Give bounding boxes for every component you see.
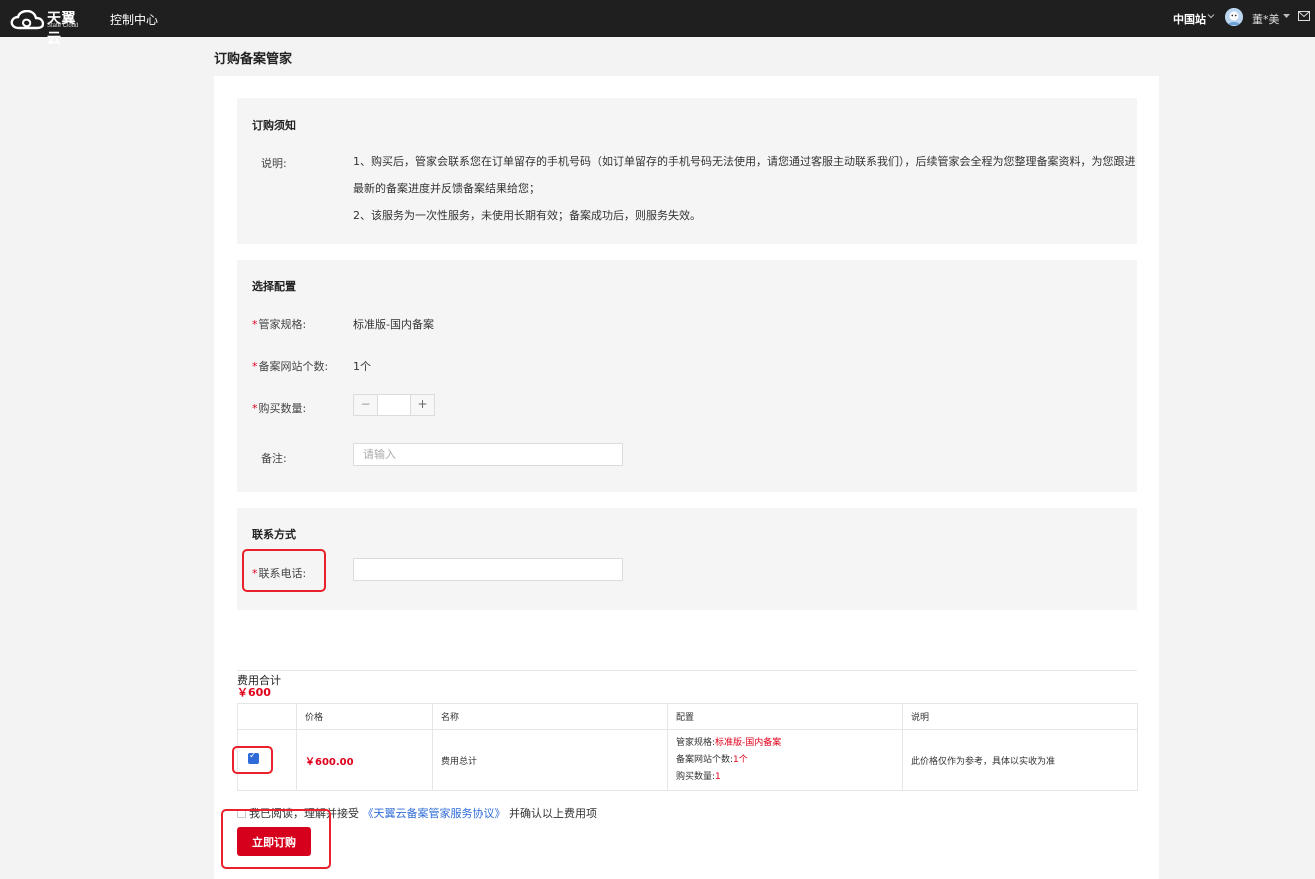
header-config: 配置 (667, 703, 903, 730)
checkbox-highlight (232, 746, 273, 774)
sites-label: *备案网站个数: (252, 360, 329, 373)
config-line: 管家规格:标准版-国内备案 (676, 737, 782, 748)
page-title: 订购备案管家 (214, 52, 293, 67)
config-line: 购买数量:1 (676, 771, 721, 782)
agreement-link[interactable]: 《天翼云备案管家服务协议》 (363, 807, 506, 820)
console-link[interactable]: 控制中心 (110, 11, 158, 28)
quantity-stepper[interactable]: − + (353, 394, 435, 416)
row-config: 管家规格:标准版-国内备案 备案网站个数:1个 购买数量:1 (667, 729, 903, 791)
cost-divider (237, 670, 1137, 671)
decrement-button[interactable]: − (354, 395, 378, 415)
notice-line-3: 2、该服务为一次性服务，未使用长期有效；备案成功后，则服务失效。 (353, 209, 701, 222)
required-mark: * (252, 318, 258, 331)
notice-title: 订购须知 (252, 119, 296, 132)
contact-panel: 联系方式 *联系电话: (237, 508, 1137, 610)
config-title: 选择配置 (252, 280, 296, 293)
user-menu-caret-icon[interactable] (1283, 13, 1290, 19)
agreement-suffix: 并确认以上费用项 (509, 807, 597, 820)
username[interactable]: 董*美 (1252, 11, 1280, 27)
header-price: 价格 (296, 703, 433, 730)
spec-label: *管家规格: (252, 318, 307, 331)
spec-value: 标准版-国内备案 (353, 318, 434, 331)
sites-value: 1个 (353, 360, 371, 373)
phone-input[interactable] (353, 558, 623, 581)
logo-subtext: State Cloud (47, 23, 79, 29)
notice-line-2: 最新的备案进度并反馈备案结果给您； (353, 182, 540, 195)
order-button-highlight (221, 809, 331, 869)
phone-label-highlight (242, 549, 326, 592)
brand-logo[interactable]: 天翼云 State Cloud (10, 7, 90, 47)
cloud-logo-icon (10, 10, 44, 30)
config-panel: 选择配置 *管家规格: 标准版-国内备案 *备案网站个数: 1个 *购买数量: … (237, 260, 1137, 492)
header-name: 名称 (432, 703, 668, 730)
avatar[interactable] (1225, 8, 1243, 26)
remark-label: 备注: (261, 452, 287, 465)
chevron-down-icon[interactable] (1207, 12, 1215, 20)
notice-line-1: 1、购买后，管家会联系您在订单留存的手机号码（如订单留存的手机号码无法使用，请您… (353, 155, 1136, 168)
cost-total-value: ￥600 (237, 686, 271, 699)
notice-label: 说明: (261, 157, 287, 170)
remark-input[interactable] (353, 443, 623, 466)
order-notice-panel: 订购须知 说明: 1、购买后，管家会联系您在订单留存的手机号码（如订单留存的手机… (237, 98, 1137, 244)
contact-title: 联系方式 (252, 528, 296, 541)
region-selector[interactable]: 中国站 (1173, 11, 1206, 27)
row-name: 费用总计 (432, 729, 668, 791)
required-mark: * (252, 360, 258, 373)
table-header-row: 价格 名称 配置 说明 (237, 703, 1138, 730)
mail-icon[interactable] (1298, 11, 1310, 21)
top-navigation-bar: 天翼云 State Cloud 控制中心 中国站 董*美 (0, 0, 1315, 47)
row-price: ￥600.00 (296, 729, 433, 791)
order-form-card: 订购须知 说明: 1、购买后，管家会联系您在订单留存的手机号码（如订单留存的手机… (214, 76, 1159, 879)
increment-button[interactable]: + (410, 395, 434, 415)
header-note: 说明 (902, 703, 1138, 730)
config-line: 备案网站个数:1个 (676, 754, 748, 765)
cost-table: 价格 名称 配置 说明 ￥600.00 费用总计 管家规格:标准版-国内备案 备… (237, 703, 1138, 791)
row-note: 此价格仅作为参考，具体以实收为准 (902, 729, 1138, 791)
required-mark: * (252, 402, 258, 415)
header-select (237, 703, 297, 730)
quantity-input[interactable] (378, 395, 411, 415)
table-row: ￥600.00 费用总计 管家规格:标准版-国内备案 备案网站个数:1个 购买数… (237, 729, 1138, 791)
quantity-label: *购买数量: (252, 402, 307, 415)
